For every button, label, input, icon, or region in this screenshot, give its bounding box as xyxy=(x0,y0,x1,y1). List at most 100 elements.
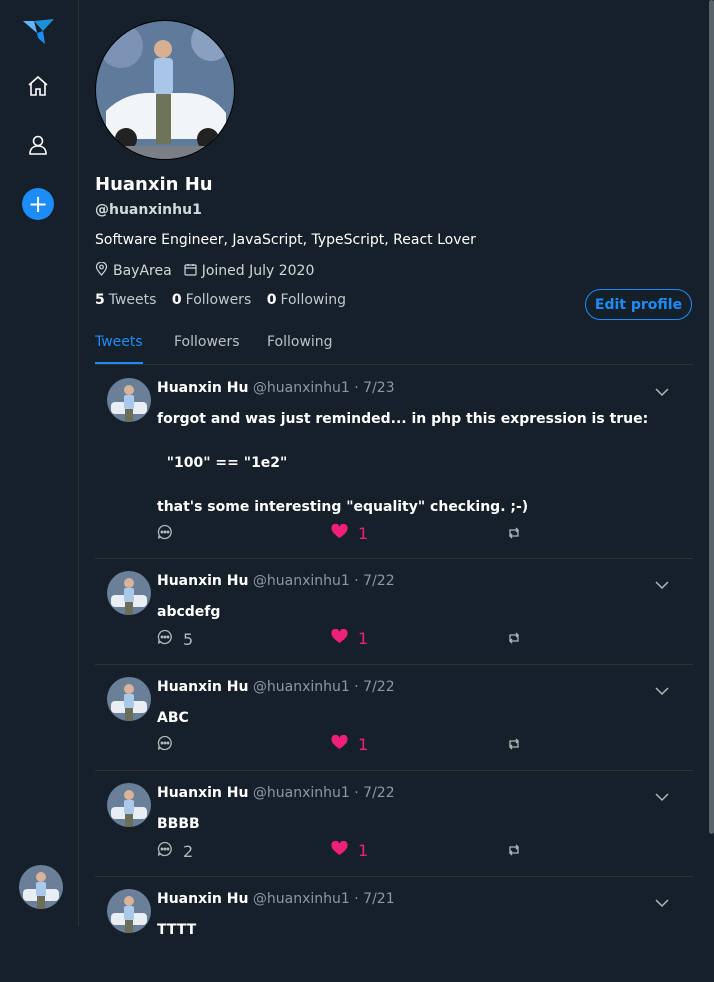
like-button[interactable]: 1 xyxy=(331,628,369,648)
tweet-header: Huanxin Hu @huanxinhu1 · 7/23 xyxy=(157,380,395,396)
tweet-avatar[interactable] xyxy=(107,889,151,933)
tweet[interactable]: Huanxin Hu @huanxinhu1 · 7/21 TTTT xyxy=(95,877,693,982)
profile-bio: Software Engineer, JavaScript, TypeScrip… xyxy=(95,232,476,248)
tweet-body: abcdefg xyxy=(157,604,221,620)
tweet[interactable]: Huanxin Hu @huanxinhu1 · 7/22 ABC 1 xyxy=(95,665,693,771)
retweet-button[interactable] xyxy=(507,629,521,648)
chevron-down-icon[interactable] xyxy=(655,893,669,912)
tweet[interactable]: Huanxin Hu @huanxinhu1 · 7/22 BBBB 2 1 xyxy=(95,771,693,877)
reply-icon xyxy=(157,524,173,544)
like-button[interactable]: 1 xyxy=(331,523,369,543)
stat-tweets[interactable]: 5 Tweets xyxy=(95,292,156,308)
retweet-button[interactable] xyxy=(507,735,521,754)
tweet-meta: @huanxinhu1 · 7/22 xyxy=(252,785,395,801)
tweet-actions: 1 xyxy=(157,523,677,544)
tweet-meta: @huanxinhu1 · 7/22 xyxy=(252,573,395,589)
location-text: BayArea xyxy=(113,263,172,279)
tweet-meta: @huanxinhu1 · 7/21 xyxy=(252,891,395,907)
profile-meta: BayArea Joined July 2020 xyxy=(95,261,326,280)
profile-handle: @huanxinhu1 xyxy=(95,202,202,218)
sidebar: + xyxy=(0,0,79,926)
profile-stats: 5 Tweets 0 Followers 0 Following xyxy=(95,292,357,308)
heart-icon xyxy=(331,840,348,860)
tweet-author[interactable]: Huanxin Hu xyxy=(157,785,248,801)
reply-button[interactable]: 2 xyxy=(157,841,193,861)
tweet-actions: 2 1 xyxy=(157,840,677,861)
tweet-avatar[interactable] xyxy=(107,571,151,615)
like-count: 1 xyxy=(358,841,369,860)
tweet-avatar[interactable] xyxy=(107,677,151,721)
profile-tabs: Tweets Followers Following xyxy=(95,334,693,365)
heart-icon xyxy=(331,523,348,543)
like-button[interactable]: 1 xyxy=(331,840,369,860)
stat-following-count: 0 xyxy=(266,292,277,308)
stat-following[interactable]: 0 Following xyxy=(267,292,346,308)
retweet-icon xyxy=(507,524,521,543)
tweet-header: Huanxin Hu @huanxinhu1 · 7/22 xyxy=(157,785,395,801)
reply-icon xyxy=(157,735,173,755)
retweet-button[interactable] xyxy=(507,841,521,860)
chevron-down-icon[interactable] xyxy=(655,681,669,700)
tweet-author[interactable]: Huanxin Hu xyxy=(157,891,248,907)
tab-tweets[interactable]: Tweets xyxy=(95,334,143,364)
reply-button[interactable] xyxy=(157,735,183,755)
tweet-author[interactable]: Huanxin Hu xyxy=(157,573,248,589)
tweet-author[interactable]: Huanxin Hu xyxy=(157,380,248,396)
like-button[interactable]: 1 xyxy=(331,734,368,754)
user-icon[interactable] xyxy=(19,126,57,164)
tweet[interactable]: Huanxin Hu @huanxinhu1 · 7/22 abcdefg 5 … xyxy=(95,559,693,665)
stat-followers-count: 0 xyxy=(171,292,182,308)
stat-tweets-label: Tweets xyxy=(108,292,157,308)
retweet-icon xyxy=(507,629,521,648)
chevron-down-icon[interactable] xyxy=(655,382,669,401)
like-count: 1 xyxy=(358,524,369,543)
bird-logo-icon[interactable] xyxy=(19,13,57,51)
tweet-body: ABC xyxy=(157,710,189,726)
tweet[interactable]: Huanxin Hu @huanxinhu1 · 7/23 forgot and… xyxy=(95,366,693,559)
stat-followers[interactable]: 0 Followers xyxy=(172,292,251,308)
tweet-avatar[interactable] xyxy=(107,783,151,827)
reply-icon xyxy=(157,629,173,649)
reply-button[interactable] xyxy=(157,524,183,544)
like-count: 1 xyxy=(358,629,369,648)
reply-count: 2 xyxy=(183,841,194,861)
chevron-down-icon[interactable] xyxy=(655,575,669,594)
plus-icon[interactable]: + xyxy=(22,188,54,220)
tweet-header: Huanxin Hu @huanxinhu1 · 7/21 xyxy=(157,891,395,907)
chevron-down-icon[interactable] xyxy=(655,787,669,806)
tweet-body: TTTT xyxy=(157,922,197,938)
tweet-actions: 5 1 xyxy=(157,628,677,649)
reply-icon xyxy=(157,841,173,861)
avatar[interactable] xyxy=(19,865,63,909)
tweet-body: forgot and was just reminded... in php t… xyxy=(157,411,649,515)
retweet-icon xyxy=(507,735,521,754)
stat-tweets-count: 5 xyxy=(95,292,105,308)
tab-following[interactable]: Following xyxy=(267,334,333,350)
heart-icon xyxy=(331,734,348,754)
joined: Joined July 2020 xyxy=(184,263,315,280)
joined-text: Joined July 2020 xyxy=(201,263,315,279)
tweet-avatar[interactable] xyxy=(107,378,151,422)
tweet-feed: Huanxin Hu @huanxinhu1 · 7/23 forgot and… xyxy=(95,366,693,982)
stat-following-label: Following xyxy=(280,292,347,308)
tweet-author[interactable]: Huanxin Hu xyxy=(157,679,248,695)
location-icon xyxy=(95,261,113,280)
tweet-body: BBBB xyxy=(157,816,200,832)
profile-avatar xyxy=(95,20,235,160)
calendar-icon xyxy=(184,263,202,280)
tweet-meta: @huanxinhu1 · 7/23 xyxy=(252,380,395,396)
tab-followers[interactable]: Followers xyxy=(174,334,240,350)
tweet-actions: 1 xyxy=(157,734,677,755)
scrollbar[interactable] xyxy=(709,0,714,834)
home-icon[interactable] xyxy=(19,67,57,105)
tweet-header: Huanxin Hu @huanxinhu1 · 7/22 xyxy=(157,679,395,695)
location: BayArea xyxy=(95,261,172,280)
stat-followers-label: Followers xyxy=(185,292,252,308)
heart-icon xyxy=(331,628,348,648)
reply-button[interactable]: 5 xyxy=(157,629,193,649)
retweet-button[interactable] xyxy=(507,524,521,543)
profile-name: Huanxin Hu xyxy=(95,174,213,195)
tweet-header: Huanxin Hu @huanxinhu1 · 7/22 xyxy=(157,573,395,589)
edit-profile-button[interactable]: Edit profile xyxy=(585,289,692,320)
tweet-meta: @huanxinhu1 · 7/22 xyxy=(252,679,395,695)
